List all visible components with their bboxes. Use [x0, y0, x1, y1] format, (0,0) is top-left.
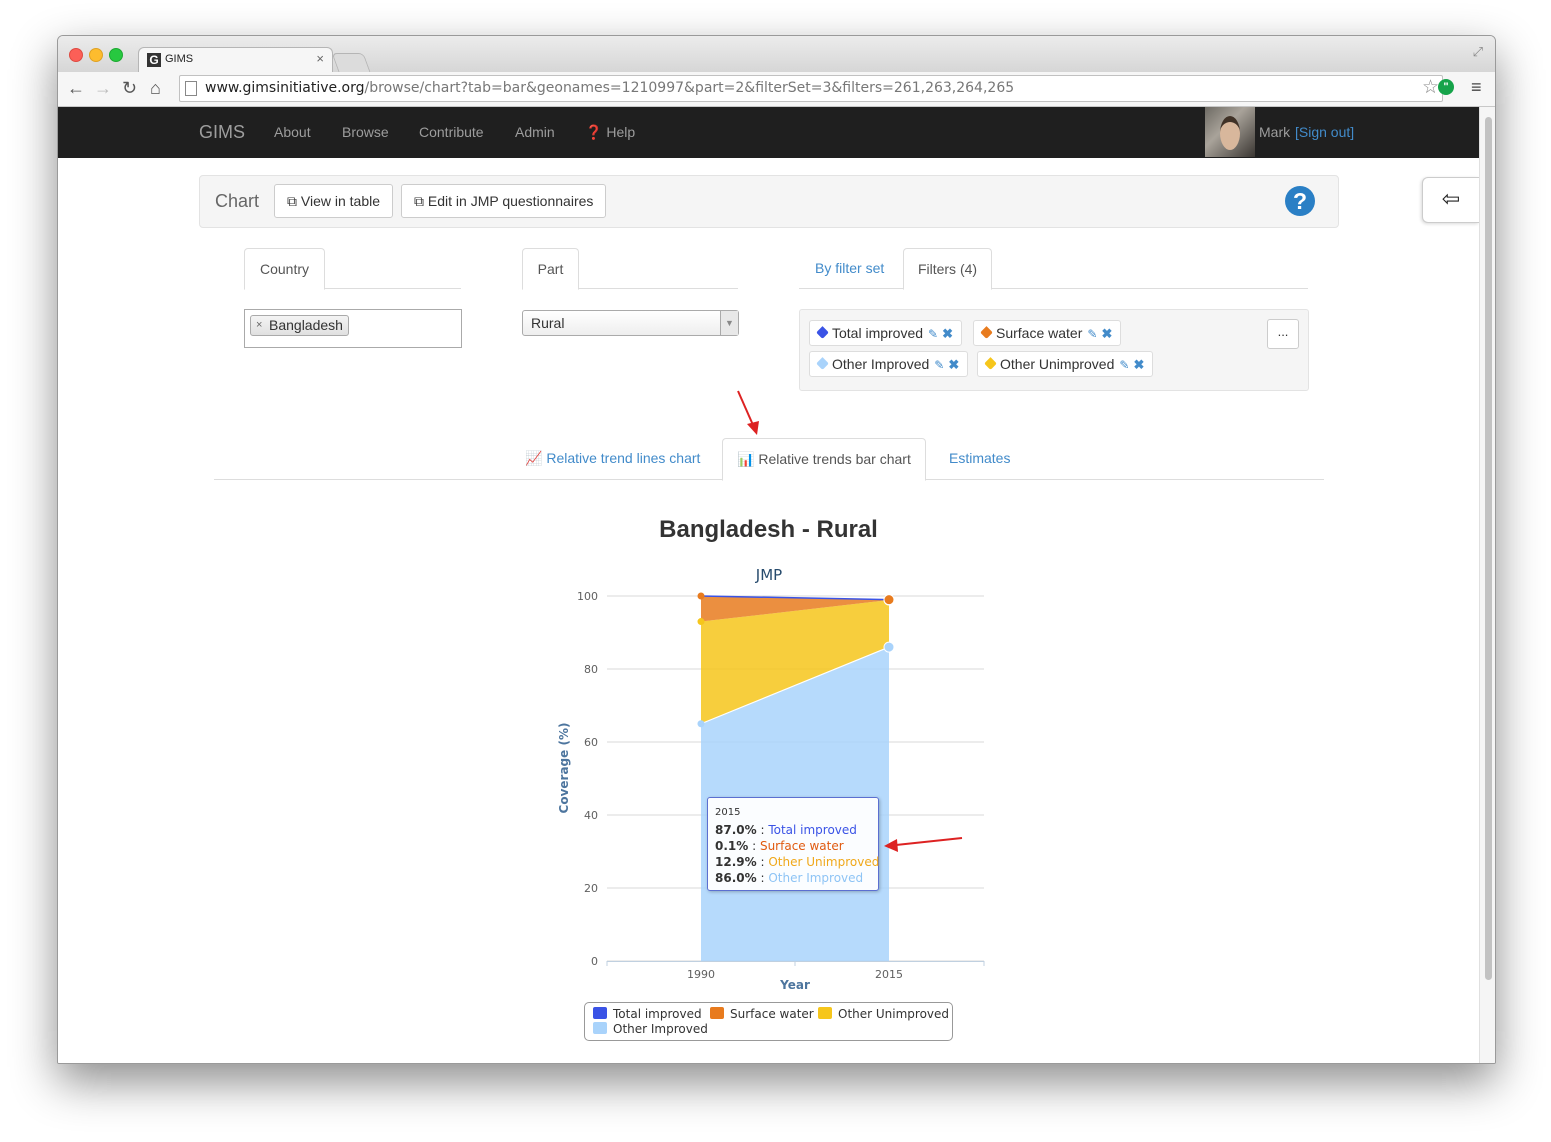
new-tab-button[interactable]: [331, 53, 371, 72]
close-window-button[interactable]: [69, 48, 83, 62]
y-tick-label: 100: [577, 590, 598, 603]
vertical-scrollbar[interactable]: [1479, 107, 1495, 1063]
y-tick-label: 40: [584, 809, 598, 822]
forward-arrow-icon[interactable]: →: [94, 78, 112, 98]
tooltip-row: 12.9% : Other Unimproved: [715, 855, 880, 869]
fullscreen-icon[interactable]: ⤢: [1473, 44, 1483, 60]
tooltip-year: 2015: [715, 807, 741, 818]
url-text: www.gimsinitiative.org/browse/chart?tab=…: [205, 80, 1015, 96]
point-other-unimproved: [697, 618, 705, 626]
tab-close-icon[interactable]: ×: [316, 51, 324, 66]
tooltip-row: 0.1% : Surface water: [715, 839, 844, 853]
title-bar: G GIMS × ⤢: [58, 36, 1495, 74]
tooltip-row: 86.0% : Other Improved: [715, 871, 864, 885]
page-viewport: GIMS About Browse Contribute Admin ❓ Hel…: [58, 107, 1479, 1063]
legend-item-surface-water[interactable]: Surface water: [710, 1007, 814, 1021]
jmp-area-chart: JMP 0 20 40 60 80 100 1990 2015 Coverage (%) Ye…: [557, 390, 985, 992]
y-tick-label: 20: [584, 882, 598, 895]
x-tick-label: 2015: [875, 968, 903, 981]
minimize-window-button[interactable]: [89, 48, 103, 62]
gims-favicon-icon: G: [147, 53, 161, 67]
point-surface-water: [883, 594, 895, 606]
address-bar[interactable]: www.gimsinitiative.org/browse/chart?tab=…: [179, 75, 1443, 102]
browser-toolbar: ← → ↻ ⌂ www.gimsinitiative.org/browse/ch…: [58, 72, 1495, 107]
maximize-window-button[interactable]: [109, 48, 123, 62]
browser-menu-icon[interactable]: ≡: [1471, 77, 1482, 98]
legend-item-other-improved[interactable]: Other Improved: [593, 1022, 708, 1036]
chart-subtitle: JMP: [755, 566, 782, 584]
browser-tab[interactable]: G GIMS ×: [138, 47, 333, 74]
x-tick-label: 1990: [687, 968, 715, 981]
y-tick-label: 60: [584, 736, 598, 749]
scrollbar-thumb[interactable]: [1485, 117, 1492, 980]
browser-window: G GIMS × ⤢ ← → ↻ ⌂ www.gimsinitiative.or…: [57, 35, 1496, 1064]
chart-legend: Total improved Surface water Other Unimp…: [584, 1002, 953, 1041]
point-other-improved: [883, 641, 895, 653]
bookmark-star-icon[interactable]: ☆: [1422, 76, 1439, 99]
y-tick-label: 0: [591, 955, 598, 968]
home-icon[interactable]: ⌂: [150, 78, 161, 98]
legend-item-total-improved[interactable]: Total improved: [593, 1007, 702, 1021]
page-icon: [185, 81, 197, 96]
x-axis-label: Year: [779, 978, 810, 992]
extension-icon[interactable]: ": [1438, 79, 1454, 95]
y-tick-label: 80: [584, 663, 598, 676]
tab-title: GIMS: [165, 53, 194, 65]
point-surface-water: [697, 592, 705, 600]
red-arrow-tab: [737, 390, 759, 435]
red-arrow-tooltip: [884, 837, 963, 852]
tooltip-row: 87.0% : Total improved: [715, 823, 857, 837]
back-arrow-icon[interactable]: ←: [67, 78, 85, 98]
chart-tooltip: 2015 87.0% : Total improved 0.1% : Surfa…: [707, 797, 879, 891]
y-axis-label: Coverage (%): [557, 723, 571, 814]
reload-icon[interactable]: ↻: [122, 78, 137, 98]
legend-item-other-unimproved[interactable]: Other Unimproved: [818, 1007, 949, 1021]
point-other-improved: [697, 720, 705, 728]
